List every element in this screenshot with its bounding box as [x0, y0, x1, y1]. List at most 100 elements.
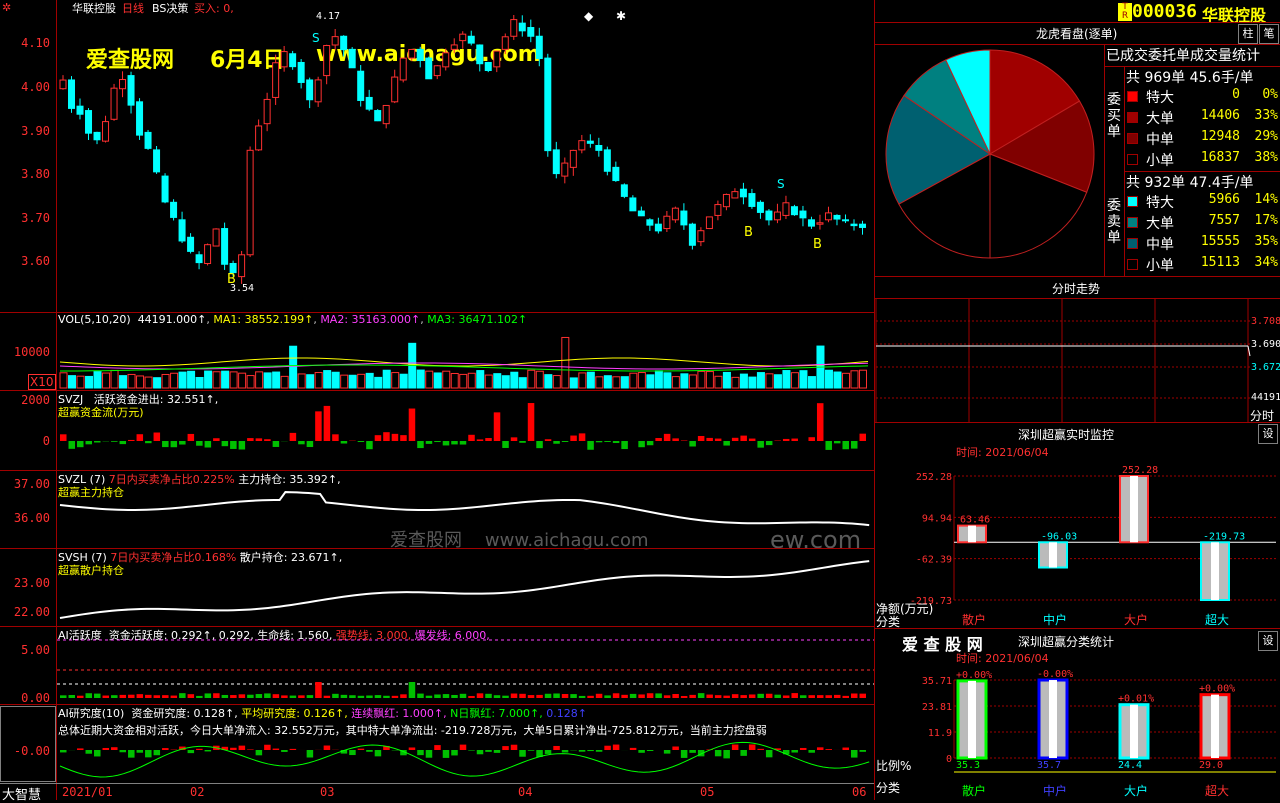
research-bar: [111, 747, 118, 750]
fund-flow-bar: [171, 441, 178, 447]
research-bar: [205, 750, 212, 751]
activity-bar: [154, 695, 161, 698]
research-bar: [511, 745, 518, 750]
y-tick: 11.9: [928, 728, 952, 739]
fund-flow-bar: [519, 441, 526, 443]
fund-flow-bar: [706, 438, 713, 441]
activity-bar: [103, 696, 110, 698]
y-tick: 35.71: [922, 676, 952, 687]
bar-mode-button[interactable]: 柱: [1238, 24, 1258, 44]
fund-flow-bar: [766, 441, 773, 445]
fund-flow-bar: [689, 441, 696, 446]
intraday-price: 3.708: [1251, 316, 1280, 327]
fund-flow-bar: [86, 441, 93, 444]
sell-swatch: [1127, 259, 1138, 270]
research-bar: [808, 750, 815, 753]
research-bar: [281, 750, 288, 752]
activity-bar: [281, 695, 288, 698]
activity-bar: [290, 696, 297, 698]
category-bar-highlight: [968, 681, 976, 758]
fund-flow-bar: [740, 436, 747, 441]
research-bar: [689, 750, 696, 753]
sell-label: 小单: [1146, 255, 1174, 275]
category-ylabel: 比例%: [876, 757, 911, 774]
research-bar: [528, 750, 535, 751]
fund-flow-bar: [494, 412, 501, 441]
fund-flow-bar: [60, 434, 67, 441]
sell-side-label: 委卖单: [1106, 198, 1122, 246]
y-tick: 0: [946, 754, 952, 765]
category-settings-button[interactable]: 设: [1258, 631, 1278, 651]
monitor-value: 63.46: [960, 515, 990, 526]
intraday-title: 分时走势: [1052, 280, 1100, 297]
activity-bar: [120, 695, 127, 698]
research-bar: [443, 750, 450, 758]
fund-flow-bar: [672, 438, 679, 441]
category-change: +0.00%: [956, 670, 992, 681]
research-bar: [349, 750, 356, 755]
buy-volume: 0: [1180, 87, 1240, 102]
fund-flow-bar: [536, 441, 543, 448]
buy-label: 小单: [1146, 150, 1174, 170]
monitor-category: 大户: [1124, 612, 1148, 627]
fund-flow-bar: [409, 409, 416, 441]
activity-bar: [825, 695, 832, 698]
buy-swatch: [1127, 154, 1138, 165]
buy-total: 共 969单 45.6手/单: [1126, 67, 1254, 87]
research-bar: [630, 748, 637, 750]
research-bar: [579, 750, 586, 752]
research-bar: [732, 745, 739, 750]
category-value: 24.4: [1118, 760, 1142, 771]
fund-flow-bar: [562, 441, 569, 442]
category-name: 大户: [1124, 783, 1148, 798]
category-bar-highlight: [1049, 680, 1057, 758]
fund-flow-bar: [825, 441, 832, 450]
fund-flow-bar: [834, 441, 841, 443]
activity-bar: [375, 695, 382, 698]
activity-bar: [740, 695, 747, 698]
activity-bar: [307, 695, 314, 698]
research-bar: [791, 750, 798, 753]
fund-flow-bar: [298, 441, 305, 444]
activity-bar: [621, 695, 628, 698]
pen-mode-button[interactable]: 笔: [1259, 24, 1279, 44]
category-value: 29.0: [1199, 760, 1223, 771]
activity-bar: [349, 695, 356, 698]
fund-flow-bar: [451, 441, 458, 444]
buy-side-label: 委买单: [1106, 92, 1122, 140]
monitor-settings-button[interactable]: 设: [1258, 424, 1278, 444]
fund-flow-bar: [162, 441, 169, 447]
fund-flow-bar: [715, 439, 722, 441]
fund-flow-bar: [341, 441, 348, 444]
research-bar: [519, 750, 526, 757]
activity-bar: [749, 694, 756, 698]
activity-bar: [86, 693, 93, 698]
research-bar: [154, 750, 161, 755]
activity-bar: [553, 693, 560, 698]
category-change: -0.00%: [1037, 669, 1073, 680]
stock-code: 000036: [1132, 1, 1197, 22]
activity-bar: [757, 694, 764, 698]
fund-flow-bar: [638, 441, 645, 447]
research-bar: [273, 749, 280, 750]
fund-flow-bar: [613, 441, 620, 443]
monitor-category: 散户: [962, 612, 986, 627]
activity-bar: [94, 694, 101, 698]
category-name: 中户: [1043, 783, 1067, 798]
fund-flow-bar: [273, 441, 280, 447]
research-bar: [120, 750, 127, 752]
activity-bar: [392, 696, 399, 698]
research-bar: [324, 746, 331, 750]
sell-volume: 7557: [1180, 213, 1240, 228]
fund-flow-bar: [196, 441, 203, 446]
category-name: 超大: [1205, 783, 1229, 798]
research-bar: [851, 750, 858, 758]
activity-bar: [587, 696, 594, 698]
fund-flow-bar: [256, 438, 263, 441]
activity-bar: [69, 695, 76, 698]
y-tick: 252.28: [916, 472, 952, 483]
fund-flow-bar: [783, 439, 790, 441]
activity-bar: [171, 696, 178, 698]
monitor-bar-highlight: [1211, 542, 1219, 600]
sell-label: 大单: [1146, 213, 1174, 233]
